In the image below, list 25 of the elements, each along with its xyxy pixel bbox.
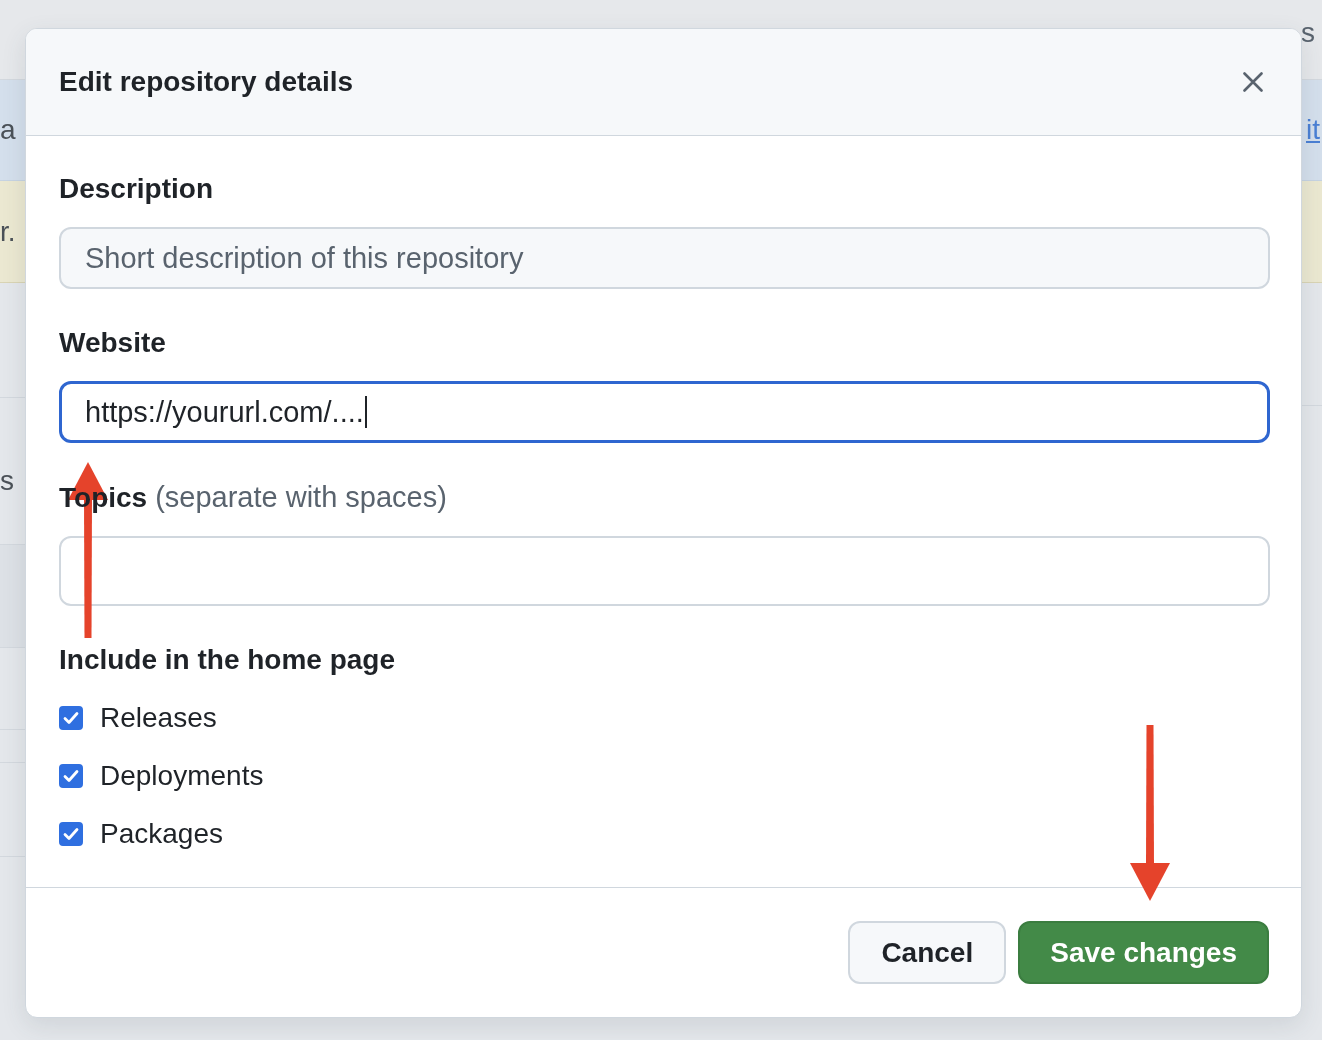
input-field[interactable]: [59, 536, 1270, 606]
banner-text: a: [0, 113, 16, 147]
close-icon: [1243, 72, 1263, 92]
text-cursor: [364, 396, 367, 428]
sidebar-text: s: [0, 464, 14, 498]
checkmark-icon: [63, 827, 79, 841]
field-label: Website: [59, 326, 166, 360]
save-button[interactable]: Save changes: [1018, 921, 1269, 984]
nav-tab-label: s: [1301, 16, 1315, 50]
dialog-title: Edit repository details: [59, 65, 354, 99]
checkmark-icon: [63, 711, 79, 725]
input-field[interactable]: Short description of this repository: [59, 227, 1270, 289]
input-field[interactable]: https://yoururl.com/....: [59, 381, 1270, 443]
field-hint: (separate with spaces): [155, 480, 447, 515]
section-heading: Include in the home page: [59, 643, 397, 677]
checkbox-label[interactable]: Deployments: [100, 758, 264, 794]
checkbox[interactable]: [59, 764, 83, 788]
checkbox[interactable]: [59, 706, 83, 730]
checkbox[interactable]: [59, 822, 83, 846]
cancel-button[interactable]: Cancel: [848, 921, 1007, 984]
checkbox-label[interactable]: Packages: [100, 816, 223, 852]
field-label: Description: [59, 172, 214, 206]
checkbox-label[interactable]: Releases: [100, 700, 217, 736]
banner-text: r.: [0, 214, 16, 249]
checkmark-icon: [63, 769, 79, 783]
